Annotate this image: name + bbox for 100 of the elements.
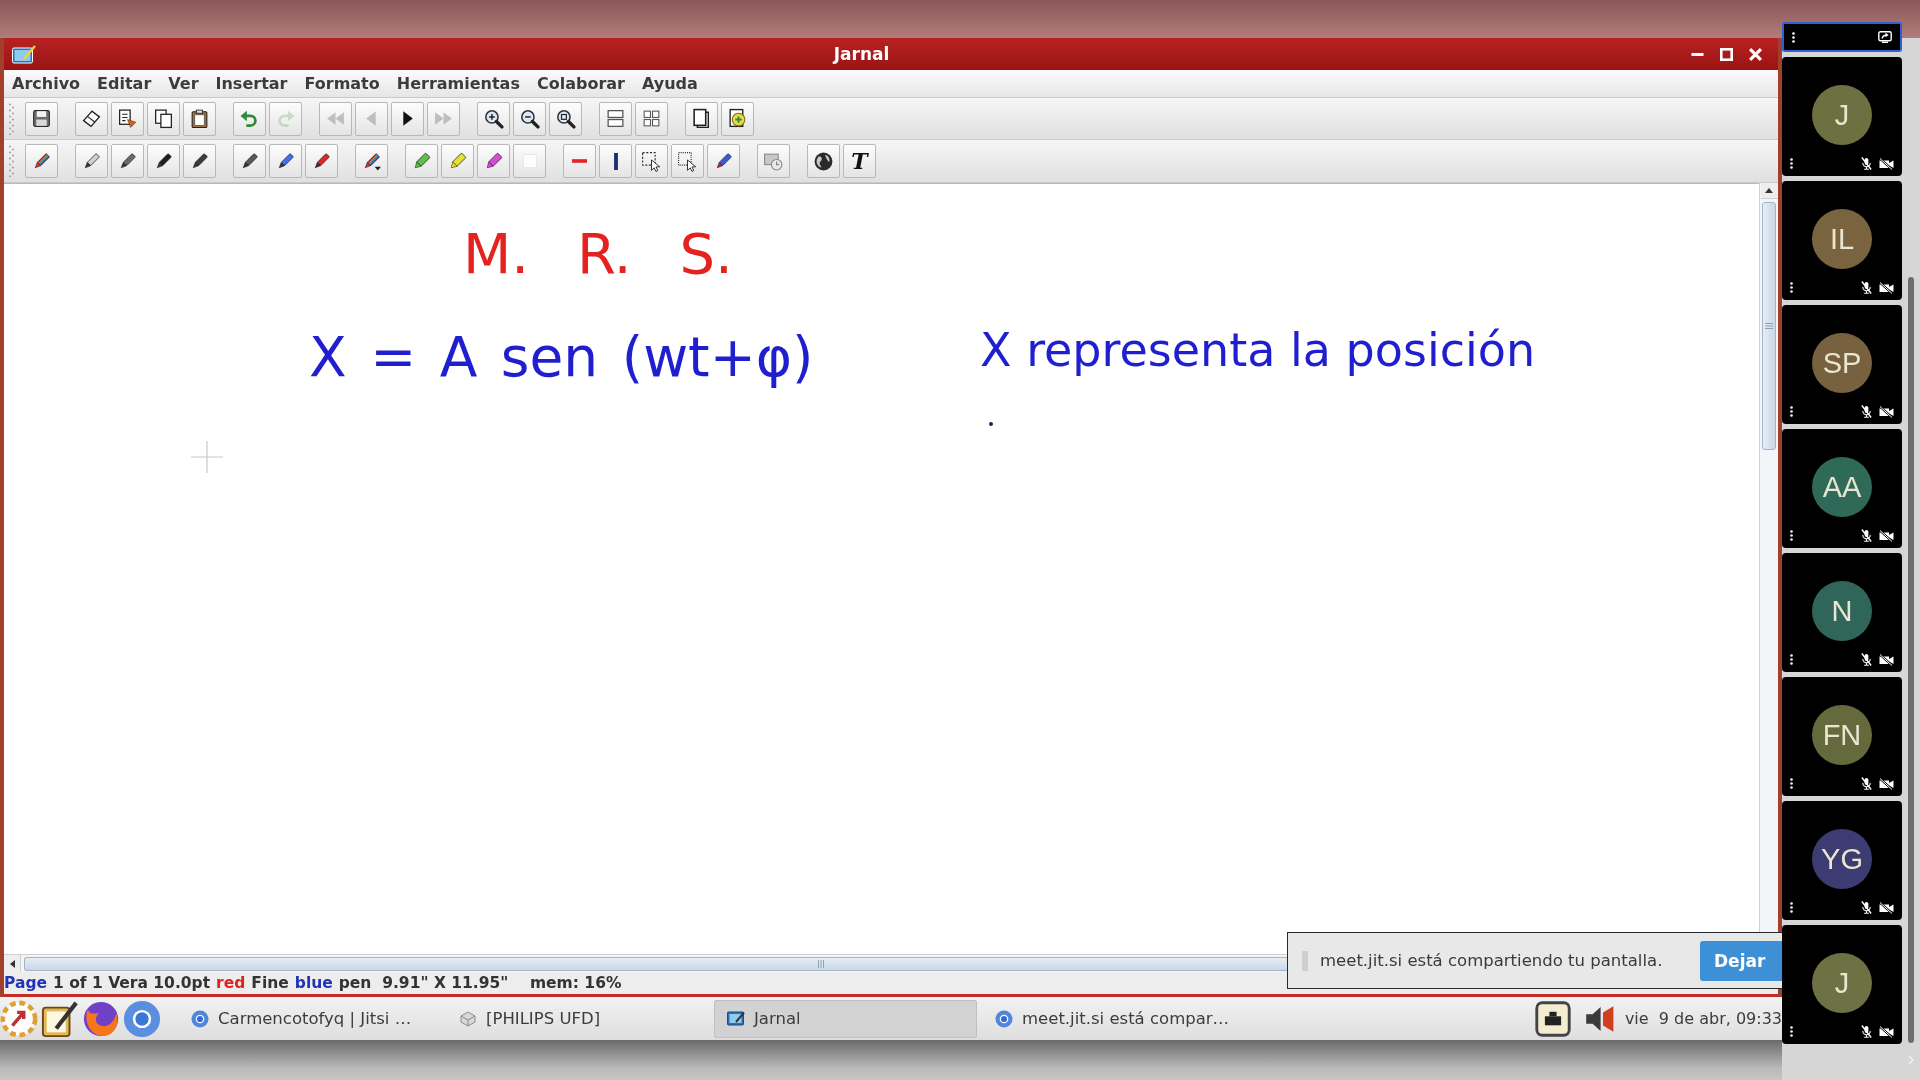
notepad-pencil-icon[interactable] [41,999,79,1038]
participant-tile[interactable]: AA [1782,429,1902,548]
participant-tile[interactable]: J [1782,925,1902,1044]
eraser-icon [81,108,102,129]
pen-button[interactable] [183,144,216,178]
window-pen-icon [727,1009,745,1028]
clear-page-button[interactable] [75,101,108,136]
menu-dots-icon[interactable] [1790,902,1793,913]
pen-button[interactable] [25,144,58,178]
browser-icon [191,1009,209,1028]
paste-button[interactable] [183,101,216,136]
menu-item[interactable]: Editar [89,72,160,95]
menu-item[interactable]: Ver [160,72,207,95]
participant-avatar: AA [1812,457,1872,517]
layout-button[interactable] [599,101,632,136]
text-tool-button[interactable]: T [843,144,876,178]
highlighter-button[interactable] [477,144,510,178]
menu-dots-icon[interactable] [1790,282,1793,293]
drawing-canvas[interactable]: M. R. S. X = A sen (wt+φ) X representa la posición [4,183,1759,954]
tray-box-icon[interactable] [1534,1000,1571,1037]
next-page-button[interactable] [391,101,424,136]
globe-button[interactable] [807,144,840,178]
save-button[interactable] [25,101,58,136]
dash-icon [572,159,587,163]
globe-icon [813,150,834,172]
participant-tile[interactable]: N [1782,553,1902,672]
scroll-left-button[interactable] [4,955,21,972]
pen-icon [311,150,332,172]
zoom-fit-button[interactable] [549,101,582,136]
grip-icon [1302,950,1308,971]
participant-avatar: YG [1812,829,1872,889]
selection-icon [641,150,662,172]
taskbar-item[interactable]: meet.jit.si está compar… [982,999,1245,1038]
taskbar-item[interactable]: Carmencotofyq | Jitsi … [178,999,441,1038]
participant-tile[interactable]: FN [1782,677,1902,796]
pen-icon [81,150,102,172]
select-add-button[interactable] [671,144,704,178]
menu-item[interactable]: Herramientas [388,72,528,95]
copy-button[interactable] [147,101,180,136]
menu-dots-icon[interactable] [1790,530,1793,541]
scroll-up-button[interactable] [1760,183,1778,199]
zoom-out-button[interactable] [513,101,546,136]
page-copy-icon [117,108,138,129]
pen-dropdown-icon [361,150,382,172]
bar-button[interactable] [599,144,632,178]
clock-text: vie 9 de abr, 09:33 [1624,1009,1782,1028]
menu-dots-icon[interactable] [1790,406,1793,417]
highlighter-icon [483,150,504,172]
vertical-scrollbar[interactable] [1759,183,1778,932]
highlighter-button[interactable] [441,144,474,178]
line-button[interactable] [563,144,596,178]
pen-menu-button[interactable] [355,144,388,178]
menu-item[interactable]: Colaborar [528,72,633,95]
menu-dots-icon[interactable] [1790,654,1793,665]
round-browser-icon[interactable] [123,999,161,1038]
status-text: Page 1 of 1 Vera 10.0pt red Fine blue pen 9.91" X 11.95" mem: 16% [4,974,622,992]
taskbar-item[interactable]: Jarnal [714,999,977,1038]
browser-icon [995,1009,1013,1028]
zoom-in-button[interactable] [477,101,510,136]
pen-button[interactable] [111,144,144,178]
marker-button[interactable] [707,144,740,178]
menu-item[interactable]: Ayuda [634,72,706,95]
page-button[interactable] [685,101,718,136]
pen-button[interactable] [233,144,266,178]
pen-icon [153,150,174,172]
participant-avatar: N [1812,581,1872,641]
scroll-thumb[interactable] [1762,202,1776,450]
pen-icon [239,150,260,172]
pen-icon [189,150,210,172]
undo-button[interactable] [233,101,266,136]
copy-page-button[interactable] [111,101,144,136]
participant-tile[interactable]: J [1782,57,1902,176]
filmstrip-scrollbar[interactable] [1908,277,1914,1043]
menu-dots-icon[interactable] [1790,778,1793,789]
menu-item[interactable]: Archivo [4,72,89,95]
taskbar-item[interactable]: [PHILIPS UFD] [446,999,709,1038]
crosshair-icon [191,441,223,473]
pen-button[interactable] [305,144,338,178]
participant-tile[interactable]: IL [1782,181,1902,300]
pen-button[interactable] [147,144,180,178]
menu-item[interactable]: Formato [296,72,388,95]
self-view-tile[interactable] [1782,22,1902,52]
window-pen-icon [12,44,36,64]
highlighter-button[interactable] [405,144,438,178]
up-arrow-icon [1765,188,1773,193]
dotted-ring-icon[interactable] [0,999,38,1038]
flame-globe-icon[interactable] [82,999,120,1038]
image-button[interactable] [757,144,790,178]
magnifier-icon [555,108,576,129]
grid-button[interactable] [635,101,668,136]
pen-button[interactable] [269,144,302,178]
menu-dots-icon[interactable] [1790,1026,1793,1037]
menu-item[interactable]: Insertar [207,72,296,95]
participant-tile[interactable]: SP [1782,305,1902,424]
participant-avatar: J [1812,85,1872,145]
select-button[interactable] [635,144,668,178]
participant-tile[interactable]: YG [1782,801,1902,920]
menu-dots-icon[interactable] [1790,158,1793,169]
add-page-button[interactable] [721,101,754,136]
pen-icon [117,150,138,172]
